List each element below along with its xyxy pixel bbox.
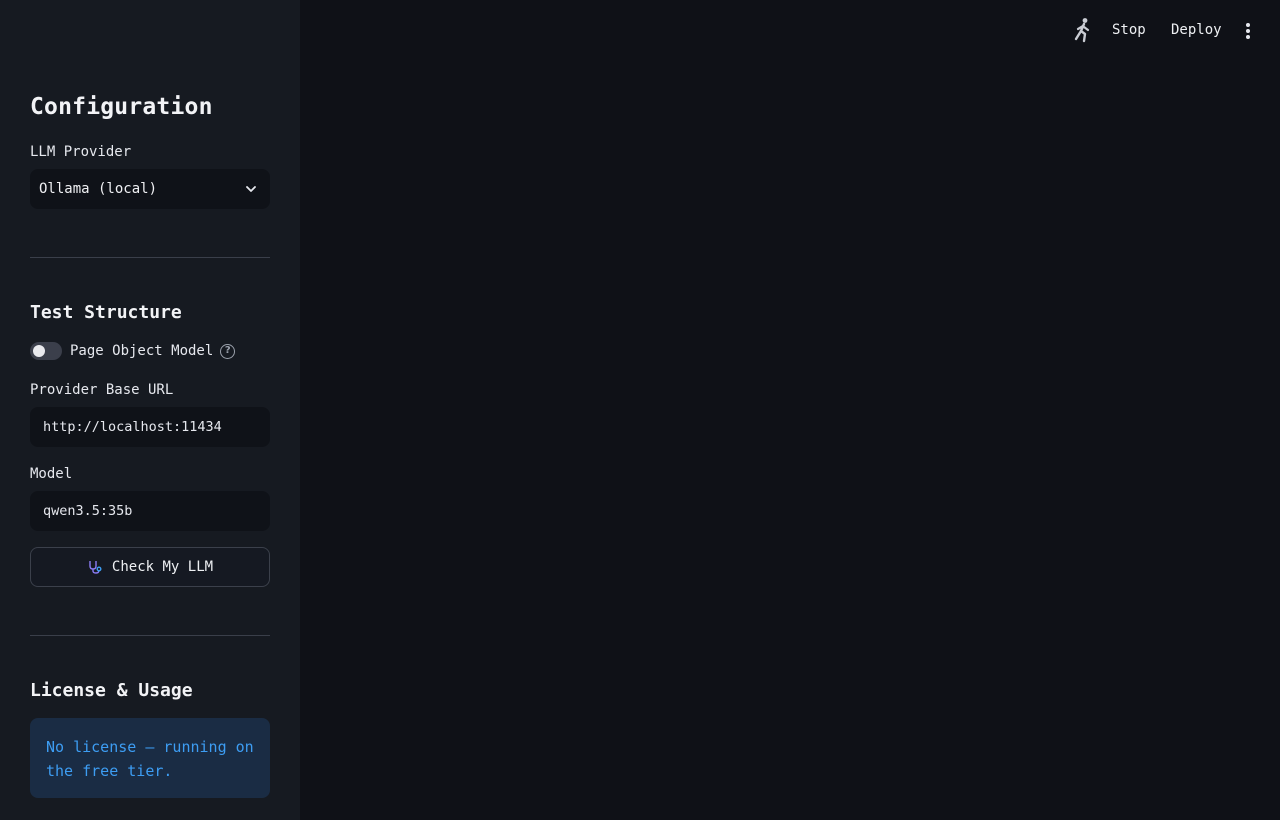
base-url-input[interactable] (30, 407, 270, 447)
base-url-label: Provider Base URL (30, 382, 174, 398)
sidebar-heading: Configuration (30, 94, 213, 120)
help-icon[interactable]: ? (220, 343, 236, 359)
app-root: Configuration LLM Provider Ollama (local… (0, 0, 1280, 820)
deploy-button[interactable]: Deploy (1171, 20, 1222, 40)
provider-label: LLM Provider (30, 144, 132, 160)
sidebar: Configuration LLM Provider Ollama (local… (0, 0, 300, 820)
more-vertical-icon[interactable] (1240, 20, 1256, 40)
provider-selected-value: Ollama (local) (39, 181, 158, 197)
pom-toggle-row: Page Object Model ? (30, 340, 236, 362)
pom-toggle[interactable] (30, 342, 62, 360)
model-input[interactable] (30, 491, 270, 531)
license-info-box: No license — running on the free tier. (30, 718, 270, 798)
provider-select[interactable]: Ollama (local) (30, 169, 270, 209)
chevron-down-icon (246, 186, 256, 192)
toggle-knob (33, 345, 45, 357)
license-message: No license — running on the free tier. (46, 738, 254, 780)
stethoscope-icon (89, 561, 102, 574)
stop-button[interactable]: Stop (1112, 20, 1146, 40)
check-llm-button[interactable]: Check My LLM (30, 547, 270, 587)
check-llm-label: Check My LLM (111, 559, 214, 575)
test-structure-heading: Test Structure (30, 302, 182, 323)
license-heading: License & Usage (30, 680, 193, 701)
divider (30, 635, 270, 636)
pom-toggle-label: Page Object Model (70, 343, 214, 359)
divider (30, 257, 270, 258)
running-man-icon (1074, 18, 1090, 43)
model-label: Model (30, 466, 73, 482)
